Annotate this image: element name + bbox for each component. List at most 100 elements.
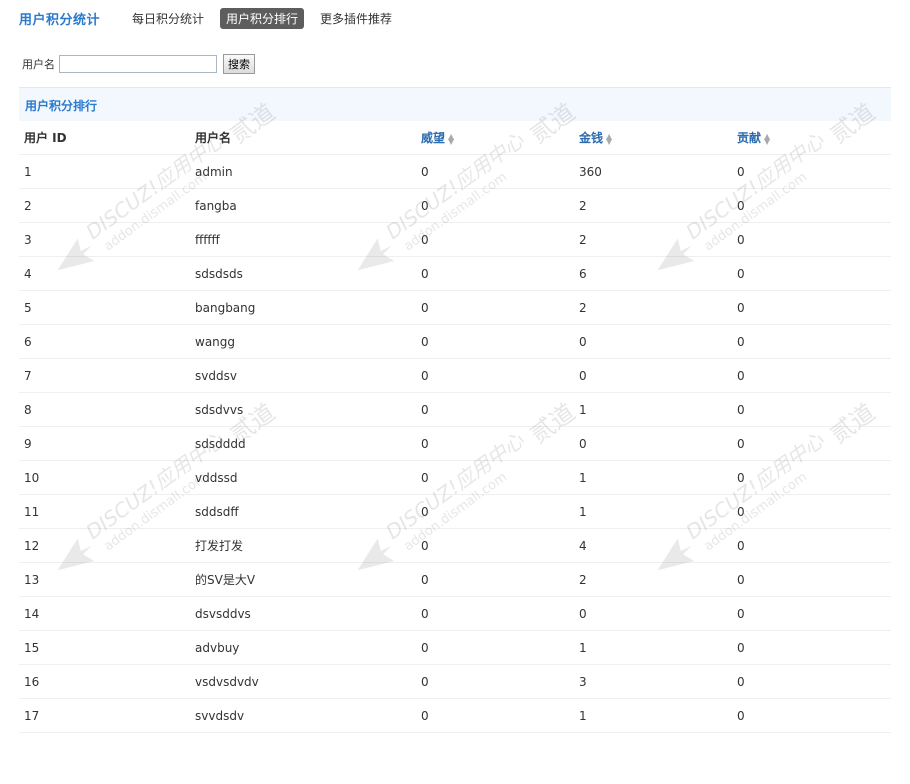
table-row: 2 fangba 0 2 0 [19, 188, 891, 223]
sort-icon[interactable]: ▲ ▼ [606, 132, 612, 145]
cell-weiwang: 0 [416, 698, 574, 733]
cell-money: 4 [574, 528, 732, 563]
cell-username: fangba [190, 188, 416, 223]
cell-username: advbuy [190, 630, 416, 665]
cell-weiwang: 0 [416, 596, 574, 631]
cell-user-id: 1 [19, 154, 190, 189]
cell-contribution: 0 [732, 528, 891, 563]
cell-money: 1 [574, 460, 732, 495]
table-row: 14 dsvsddvs 0 0 0 [19, 596, 891, 631]
table-row: 6 wangg 0 0 0 [19, 324, 891, 359]
cell-username: bangbang [190, 290, 416, 325]
cell-weiwang: 0 [416, 154, 574, 189]
tab-more-plugins[interactable]: 更多插件推荐 [314, 8, 398, 29]
cell-user-id: 15 [19, 630, 190, 665]
cell-user-id: 13 [19, 562, 190, 597]
table-row: 10 vddssd 0 1 0 [19, 460, 891, 495]
cell-username: sddsdff [190, 494, 416, 529]
tab-daily-points[interactable]: 每日积分统计 [126, 8, 210, 29]
cell-contribution: 0 [732, 290, 891, 325]
cell-contribution: 0 [732, 188, 891, 223]
cell-contribution: 0 [732, 256, 891, 291]
table-row: 13 的SV是大V 0 2 0 [19, 562, 891, 597]
cell-user-id: 2 [19, 188, 190, 223]
search-button[interactable]: 搜索 [223, 54, 255, 74]
cell-user-id: 14 [19, 596, 190, 631]
cell-user-id: 6 [19, 324, 190, 359]
table-row: 11 sddsdff 0 1 0 [19, 494, 891, 529]
cell-weiwang: 0 [416, 494, 574, 529]
cell-money: 6 [574, 256, 732, 291]
sort-icon[interactable]: ▲ ▼ [764, 132, 770, 145]
sort-icon[interactable]: ▲ ▼ [448, 132, 454, 145]
cell-money: 3 [574, 664, 732, 699]
cell-contribution: 0 [732, 358, 891, 393]
table-row: 4 sdsdsds 0 6 0 [19, 256, 891, 291]
cell-contribution: 0 [732, 460, 891, 495]
cell-user-id: 11 [19, 494, 190, 529]
cell-money: 0 [574, 596, 732, 631]
cell-money: 0 [574, 324, 732, 359]
top-nav: 用户积分统计 每日积分统计 用户积分排行 更多插件推荐 [19, 7, 408, 29]
column-header-weiwang[interactable]: 威望 ▲ ▼ [416, 121, 574, 155]
column-header-weiwang-label[interactable]: 威望 [421, 131, 445, 145]
table-row: 16 vsdvsdvdv 0 3 0 [19, 664, 891, 699]
cell-username: ffffff [190, 222, 416, 257]
column-header-username: 用户名 [190, 121, 416, 155]
cell-weiwang: 0 [416, 392, 574, 427]
cell-weiwang: 0 [416, 664, 574, 699]
cell-user-id: 12 [19, 528, 190, 563]
table-row: 9 sdsdddd 0 0 0 [19, 426, 891, 461]
app-title[interactable]: 用户积分统计 [19, 9, 100, 28]
username-search-input[interactable] [59, 55, 217, 73]
column-header-money-label[interactable]: 金钱 [579, 131, 603, 145]
cell-username: 的SV是大V [190, 562, 416, 597]
cell-user-id: 7 [19, 358, 190, 393]
table-header-row: 用户 ID 用户名 威望 ▲ ▼ 金钱 ▲ ▼ 贡献 ▲ ▼ [19, 121, 891, 155]
cell-weiwang: 0 [416, 256, 574, 291]
column-header-contribution-label[interactable]: 贡献 [737, 131, 761, 145]
cell-money: 2 [574, 188, 732, 223]
cell-weiwang: 0 [416, 630, 574, 665]
cell-username: dsvsddvs [190, 596, 416, 631]
cell-money: 2 [574, 290, 732, 325]
cell-money: 360 [574, 154, 732, 189]
cell-weiwang: 0 [416, 290, 574, 325]
cell-user-id: 3 [19, 222, 190, 257]
cell-contribution: 0 [732, 324, 891, 359]
cell-weiwang: 0 [416, 460, 574, 495]
cell-username: wangg [190, 324, 416, 359]
table-row: 7 svddsv 0 0 0 [19, 358, 891, 393]
table-row: 3 ffffff 0 2 0 [19, 222, 891, 257]
section-title: 用户积分排行 [25, 99, 98, 113]
column-header-contribution[interactable]: 贡献 ▲ ▼ [732, 121, 891, 155]
cell-username: sdsdvvs [190, 392, 416, 427]
cell-weiwang: 0 [416, 562, 574, 597]
cell-contribution: 0 [732, 596, 891, 631]
column-header-money[interactable]: 金钱 ▲ ▼ [574, 121, 732, 155]
cell-contribution: 0 [732, 562, 891, 597]
cell-weiwang: 0 [416, 188, 574, 223]
table-row: 12 打发打发 0 4 0 [19, 528, 891, 563]
cell-money: 1 [574, 698, 732, 733]
cell-weiwang: 0 [416, 222, 574, 257]
cell-contribution: 0 [732, 426, 891, 461]
cell-username: vsdvsdvdv [190, 664, 416, 699]
cell-contribution: 0 [732, 664, 891, 699]
table-row: 17 svvdsdv 0 1 0 [19, 698, 891, 733]
cell-money: 1 [574, 392, 732, 427]
cell-user-id: 10 [19, 460, 190, 495]
cell-username: svddsv [190, 358, 416, 393]
tab-user-ranking[interactable]: 用户积分排行 [220, 7, 305, 29]
table-row: 15 advbuy 0 1 0 [19, 630, 891, 665]
table-row: 5 bangbang 0 2 0 [19, 290, 891, 325]
cell-username: 打发打发 [190, 528, 416, 563]
cell-contribution: 0 [732, 698, 891, 733]
cell-contribution: 0 [732, 222, 891, 257]
cell-contribution: 0 [732, 392, 891, 427]
cell-money: 2 [574, 562, 732, 597]
username-label: 用户名 [22, 58, 55, 71]
cell-weiwang: 0 [416, 324, 574, 359]
cell-weiwang: 0 [416, 528, 574, 563]
cell-user-id: 5 [19, 290, 190, 325]
